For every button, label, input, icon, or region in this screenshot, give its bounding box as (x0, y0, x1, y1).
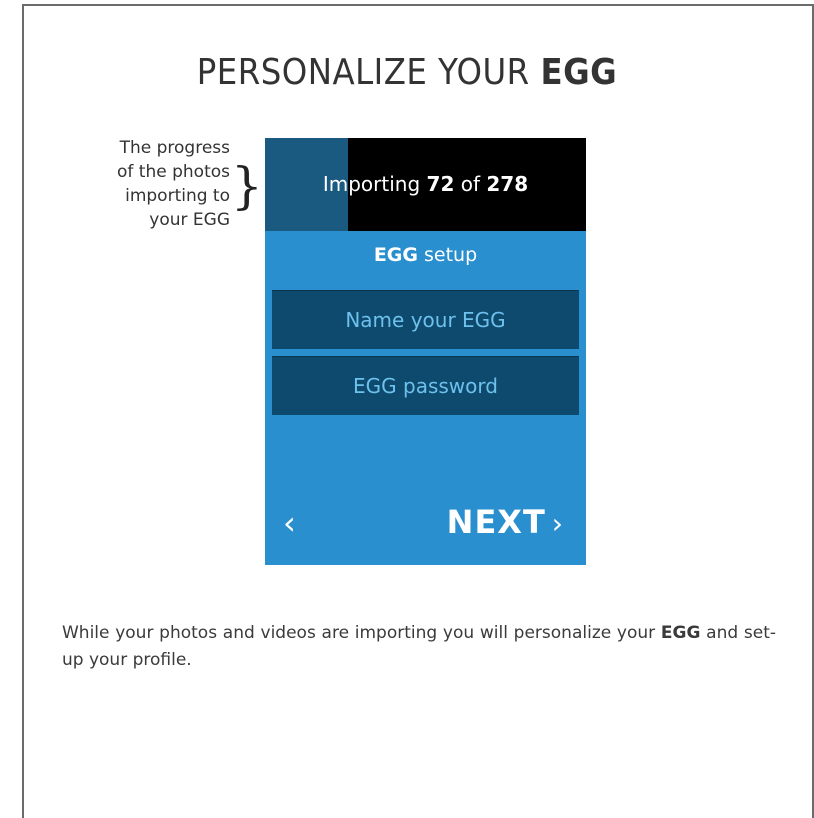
description-bold: EGG (660, 623, 701, 643)
chevron-left-icon: ‹ (283, 504, 296, 542)
progress-annotation: The progress of the photos importing to … (70, 136, 230, 232)
setup-title: EGG setup (265, 244, 586, 266)
title-bold: EGG (540, 52, 618, 93)
import-progress-label: Importing 72 of 278 (265, 138, 586, 231)
setup-title-rest: setup (417, 244, 478, 266)
annotation-line: of the photos (117, 162, 230, 182)
progress-total: 278 (486, 172, 529, 196)
progress-prefix: Importing (322, 172, 427, 196)
setup-title-bold: EGG (373, 244, 418, 266)
import-progress-bar: Importing 72 of 278 (265, 138, 586, 231)
description-text: While your photos and videos are importi… (62, 620, 776, 674)
brace-icon: } (231, 157, 263, 215)
back-button[interactable]: ‹ (283, 503, 296, 543)
egg-password-input[interactable]: EGG password (272, 356, 579, 415)
next-button[interactable]: NEXT › (447, 502, 564, 544)
progress-mid: of (454, 172, 487, 196)
progress-current: 72 (426, 172, 455, 196)
chevron-right-icon: › (551, 507, 564, 540)
egg-name-input[interactable]: Name your EGG (272, 290, 579, 349)
next-label: NEXT (446, 503, 546, 541)
page-title: PERSONALIZE YOUR EGG (0, 52, 814, 93)
annotation-line: importing to (125, 186, 230, 206)
annotation-line: The progress (119, 138, 230, 158)
phone-screen: Importing 72 of 278 EGG setup Name your … (265, 138, 586, 565)
description-part1: While your photos and videos are importi… (62, 623, 661, 643)
title-prefix: PERSONALIZE YOUR (196, 52, 541, 93)
annotation-line: your EGG (149, 210, 230, 230)
